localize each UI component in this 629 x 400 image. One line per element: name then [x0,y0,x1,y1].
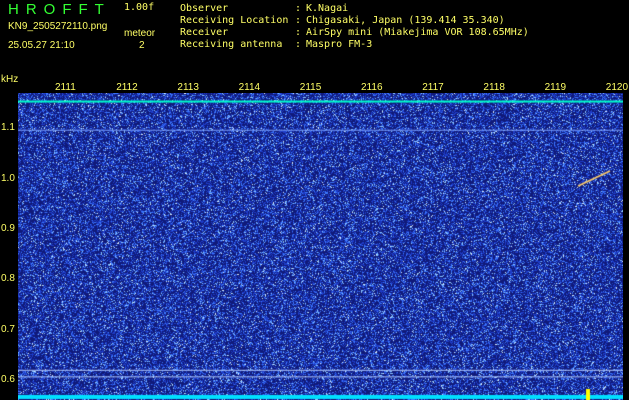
y-tick-label: 0.6 [1,373,15,385]
filename-label: KN9_2505272110.png [8,21,108,32]
x-tick-label: 2116 [361,82,383,93]
y-tick-label: 1.1 [1,122,15,134]
x-tick-label: 2120 [605,82,629,93]
waterfall-spectrogram[interactable] [18,93,623,400]
x-tick-label: 2115 [299,82,322,93]
x-tick-label: 2112 [116,82,138,93]
field-label-receiver: Receiver [180,27,229,38]
y-tick-label: 0.8 [1,273,15,285]
meteor-label: meteor [124,28,156,39]
y-tick-label: 0.9 [1,222,15,234]
x-tick-label: 2119 [544,82,567,93]
version-label: 1.00f [124,2,155,13]
y-tick-label: 1.0 [1,172,15,184]
field-colon: : [295,39,302,50]
field-colon: : [295,3,302,14]
field-value-antenna: Maspro FM-3 [306,39,373,50]
field-value-observer: K.Nagai [306,3,349,14]
datetime-label: 25.05.27 21:10 [8,40,75,51]
app-logo: HROFFT [8,1,111,18]
x-tick-label: 2111 [55,82,76,93]
x-tick-label: 2117 [422,82,444,93]
x-tick-label: 2114 [238,82,261,93]
field-colon: : [295,27,302,38]
field-value-location: Chigasaki, Japan (139.414 35.340) [306,15,505,26]
y-tick-label: 0.7 [1,323,15,335]
x-tick-label: 2118 [483,82,505,93]
field-label-location: Receiving Location [180,15,289,26]
y-axis-unit: kHz [1,74,19,85]
field-value-receiver: AirSpy mini (Miakejima VOR 108.65MHz) [306,27,529,38]
field-label-antenna: Receiving antenna [180,39,283,50]
header: HROFFT 1.00f KN9_2505272110.png meteor 2… [0,0,629,76]
field-colon: : [295,15,302,26]
meteor-count: 2 [139,40,145,51]
field-label-observer: Observer [180,3,229,14]
x-tick-label: 2113 [177,82,199,93]
